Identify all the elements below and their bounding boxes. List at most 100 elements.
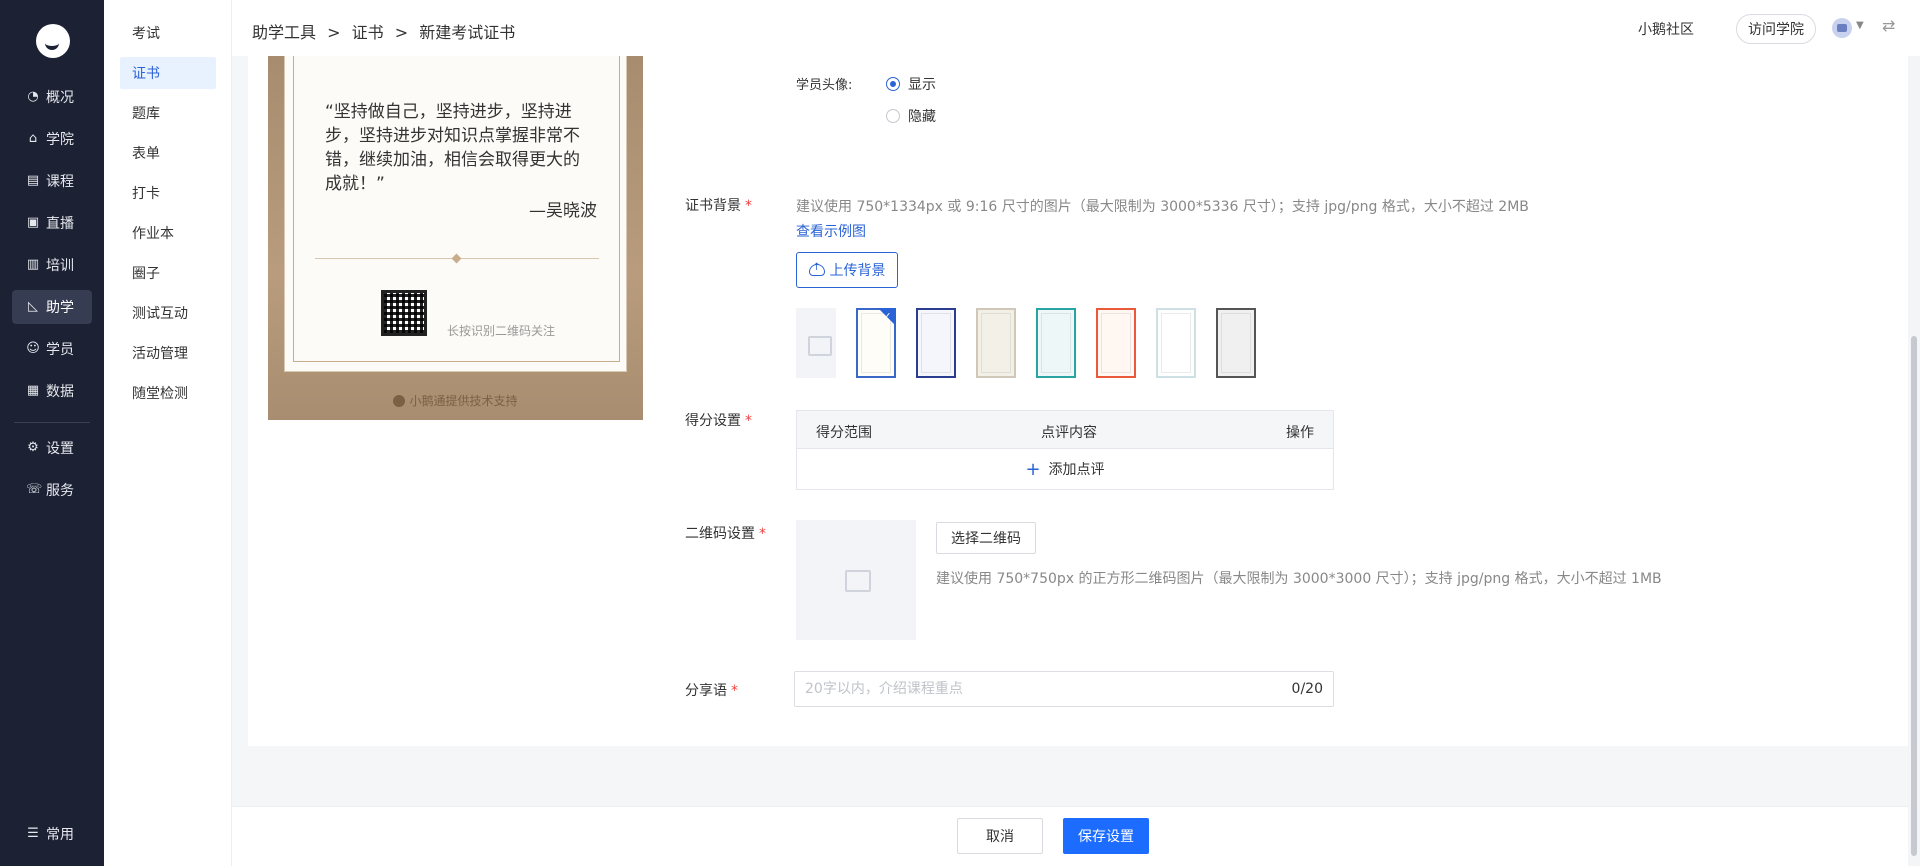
required-mark: * (759, 526, 766, 542)
background-thumb-3[interactable] (976, 308, 1016, 378)
table-header: 得分范围 点评内容 操作 (797, 411, 1333, 449)
subnav-item-class-test[interactable]: 随堂检测 (120, 377, 216, 409)
thumb-frame (981, 313, 1011, 373)
column-comment: 点评内容 (1041, 425, 1097, 441)
label-text: 得分设置 (685, 413, 741, 429)
certificate-paper: “坚持做自己，坚持进步，坚持进步，坚持进步对知识点掌握非常不错，继续加油，相信会… (284, 56, 627, 372)
subnav-item-homework[interactable]: 作业本 (120, 217, 216, 249)
background-thumb-7[interactable] (1216, 308, 1256, 378)
required-mark: * (731, 683, 738, 699)
background-thumb-custom[interactable] (796, 308, 836, 378)
nav-item-label: 助学 (46, 300, 74, 316)
building-icon: ⌂ (28, 131, 38, 146)
list-icon: ☰ (27, 826, 39, 841)
avatar-hide-radio[interactable]: 隐藏 (886, 106, 936, 126)
column-score-range: 得分范围 (816, 425, 872, 441)
subnav-item-exam[interactable]: 考试 (120, 17, 216, 49)
view-example-link[interactable]: 查看示例图 (796, 221, 866, 241)
background-setting-label: 证书背景 * (685, 195, 752, 215)
nav-item-label: 学员 (46, 342, 74, 358)
app-logo[interactable] (36, 24, 70, 58)
background-thumb-5[interactable] (1096, 308, 1136, 378)
label-text: 二维码设置 (685, 526, 755, 542)
nav-item-overview[interactable]: ◔ 概况 (12, 80, 92, 114)
thumb-frame (1041, 313, 1071, 373)
add-comment-button[interactable]: + 添加点评 (797, 449, 1333, 489)
background-thumb-6[interactable] (1156, 308, 1196, 378)
nav-item-label: 常用 (46, 827, 74, 843)
tech-support-label: 小鹅通提供技术支持 (409, 394, 518, 408)
subnav-item-question-bank[interactable]: 题库 (120, 97, 216, 129)
thumb-frame (1101, 313, 1131, 373)
nav-item-live[interactable]: ▣ 直播 (12, 206, 92, 240)
background-hint: 建议使用 750*1334px 或 9:16 尺寸的图片（最大限制为 3000*… (796, 199, 1529, 215)
thumb-frame (1161, 313, 1191, 373)
thumb-frame (861, 313, 891, 373)
thumb-frame (921, 313, 951, 373)
nav-item-label: 课程 (46, 174, 74, 190)
community-link[interactable]: 小鹅社区 (1638, 19, 1694, 39)
switch-icon[interactable]: ⇄ (1882, 16, 1895, 35)
breadcrumb-certificate[interactable]: 证书 (352, 23, 384, 42)
background-thumb-4[interactable] (1036, 308, 1076, 378)
label-text: 分享语 (685, 683, 727, 699)
subnav-item-checkin[interactable]: 打卡 (120, 177, 216, 209)
breadcrumb-separator: > (394, 23, 409, 42)
share-text-field: 0/20 (794, 671, 1334, 707)
nav-item-training[interactable]: ▥ 培训 (12, 248, 92, 282)
subnav-item-form[interactable]: 表单 (120, 137, 216, 169)
certificate-quote: “坚持做自己，坚持进步，坚持进步，坚持进步对知识点掌握非常不错，继续加油，相信会… (325, 102, 580, 194)
cancel-button[interactable]: 取消 (957, 818, 1043, 854)
background-thumb-2[interactable] (916, 308, 956, 378)
qr-image-placeholder[interactable] (796, 520, 916, 640)
breadcrumb-current: 新建考试证书 (419, 23, 516, 42)
radio-label: 显示 (908, 77, 936, 93)
avatar-show-radio[interactable]: 显示 (886, 74, 936, 94)
nav-item-courses[interactable]: ▤ 课程 (12, 164, 92, 198)
background-thumb-1[interactable]: ✓ (856, 308, 896, 378)
tech-support-text: 小鹅通提供技术支持 (268, 392, 643, 409)
qr-tip: 长按识别二维码关注 (447, 324, 556, 338)
nav-item-service[interactable]: ☏ 服务 (12, 473, 92, 507)
avatar[interactable] (1832, 18, 1852, 38)
subnav-item-events[interactable]: 活动管理 (120, 337, 216, 369)
nav-item-label: 培训 (46, 258, 74, 274)
share-text-label: 分享语 * (685, 680, 738, 700)
radio-checked-icon (886, 77, 900, 91)
breadcrumb-tools[interactable]: 助学工具 (252, 23, 316, 42)
nav-item-label: 设置 (46, 441, 74, 457)
certificate-author: —吴晓波 (529, 201, 597, 221)
training-icon: ▥ (26, 257, 40, 272)
column-action: 操作 (1286, 425, 1314, 441)
nav-item-academy[interactable]: ⌂ 学院 (12, 122, 92, 156)
nav-item-label: 概况 (46, 90, 74, 106)
nav-item-students[interactable]: ☺ 学员 (12, 332, 92, 366)
score-setting-label: 得分设置 * (685, 410, 752, 430)
brand-logo-icon (393, 395, 406, 407)
data-icon: ▦ (26, 383, 40, 398)
live-icon: ▣ (26, 215, 40, 230)
chevron-down-icon[interactable]: ▼ (1856, 20, 1864, 31)
subnav-item-quiz[interactable]: 测试互动 (120, 297, 216, 329)
scrollbar-thumb[interactable] (1911, 336, 1917, 856)
plus-icon: + (1025, 458, 1041, 480)
subnav-item-circle[interactable]: 圈子 (120, 257, 216, 289)
nav-item-common[interactable]: ☰ 常用 (12, 817, 92, 851)
subnav-item-certificate[interactable]: 证书 (120, 57, 216, 89)
upload-background-button[interactable]: 上传背景 (796, 252, 898, 288)
qr-setting-label: 二维码设置 * (685, 523, 766, 543)
save-button[interactable]: 保存设置 (1063, 818, 1149, 854)
nav-item-data[interactable]: ▦ 数据 (12, 374, 92, 408)
select-qr-button[interactable]: 选择二维码 (936, 522, 1036, 554)
gear-icon: ⚙ (27, 440, 39, 455)
visit-academy-button[interactable]: 访问学院 (1736, 14, 1816, 44)
nav-item-label: 数据 (46, 384, 74, 400)
radio-label: 隐藏 (908, 109, 936, 125)
required-mark: * (745, 413, 752, 429)
nav-item-settings[interactable]: ⚙ 设置 (12, 431, 92, 465)
share-text-input[interactable] (805, 672, 1265, 706)
nav-item-study-aid[interactable]: ◺ 助学 (12, 290, 92, 324)
certificate-preview: “坚持做自己，坚持进步，坚持进步，坚持进步对知识点掌握非常不错，继续加油，相信会… (268, 56, 643, 420)
nav-item-label: 服务 (46, 483, 74, 499)
breadcrumb: 助学工具 > 证书 > 新建考试证书 (252, 19, 521, 43)
